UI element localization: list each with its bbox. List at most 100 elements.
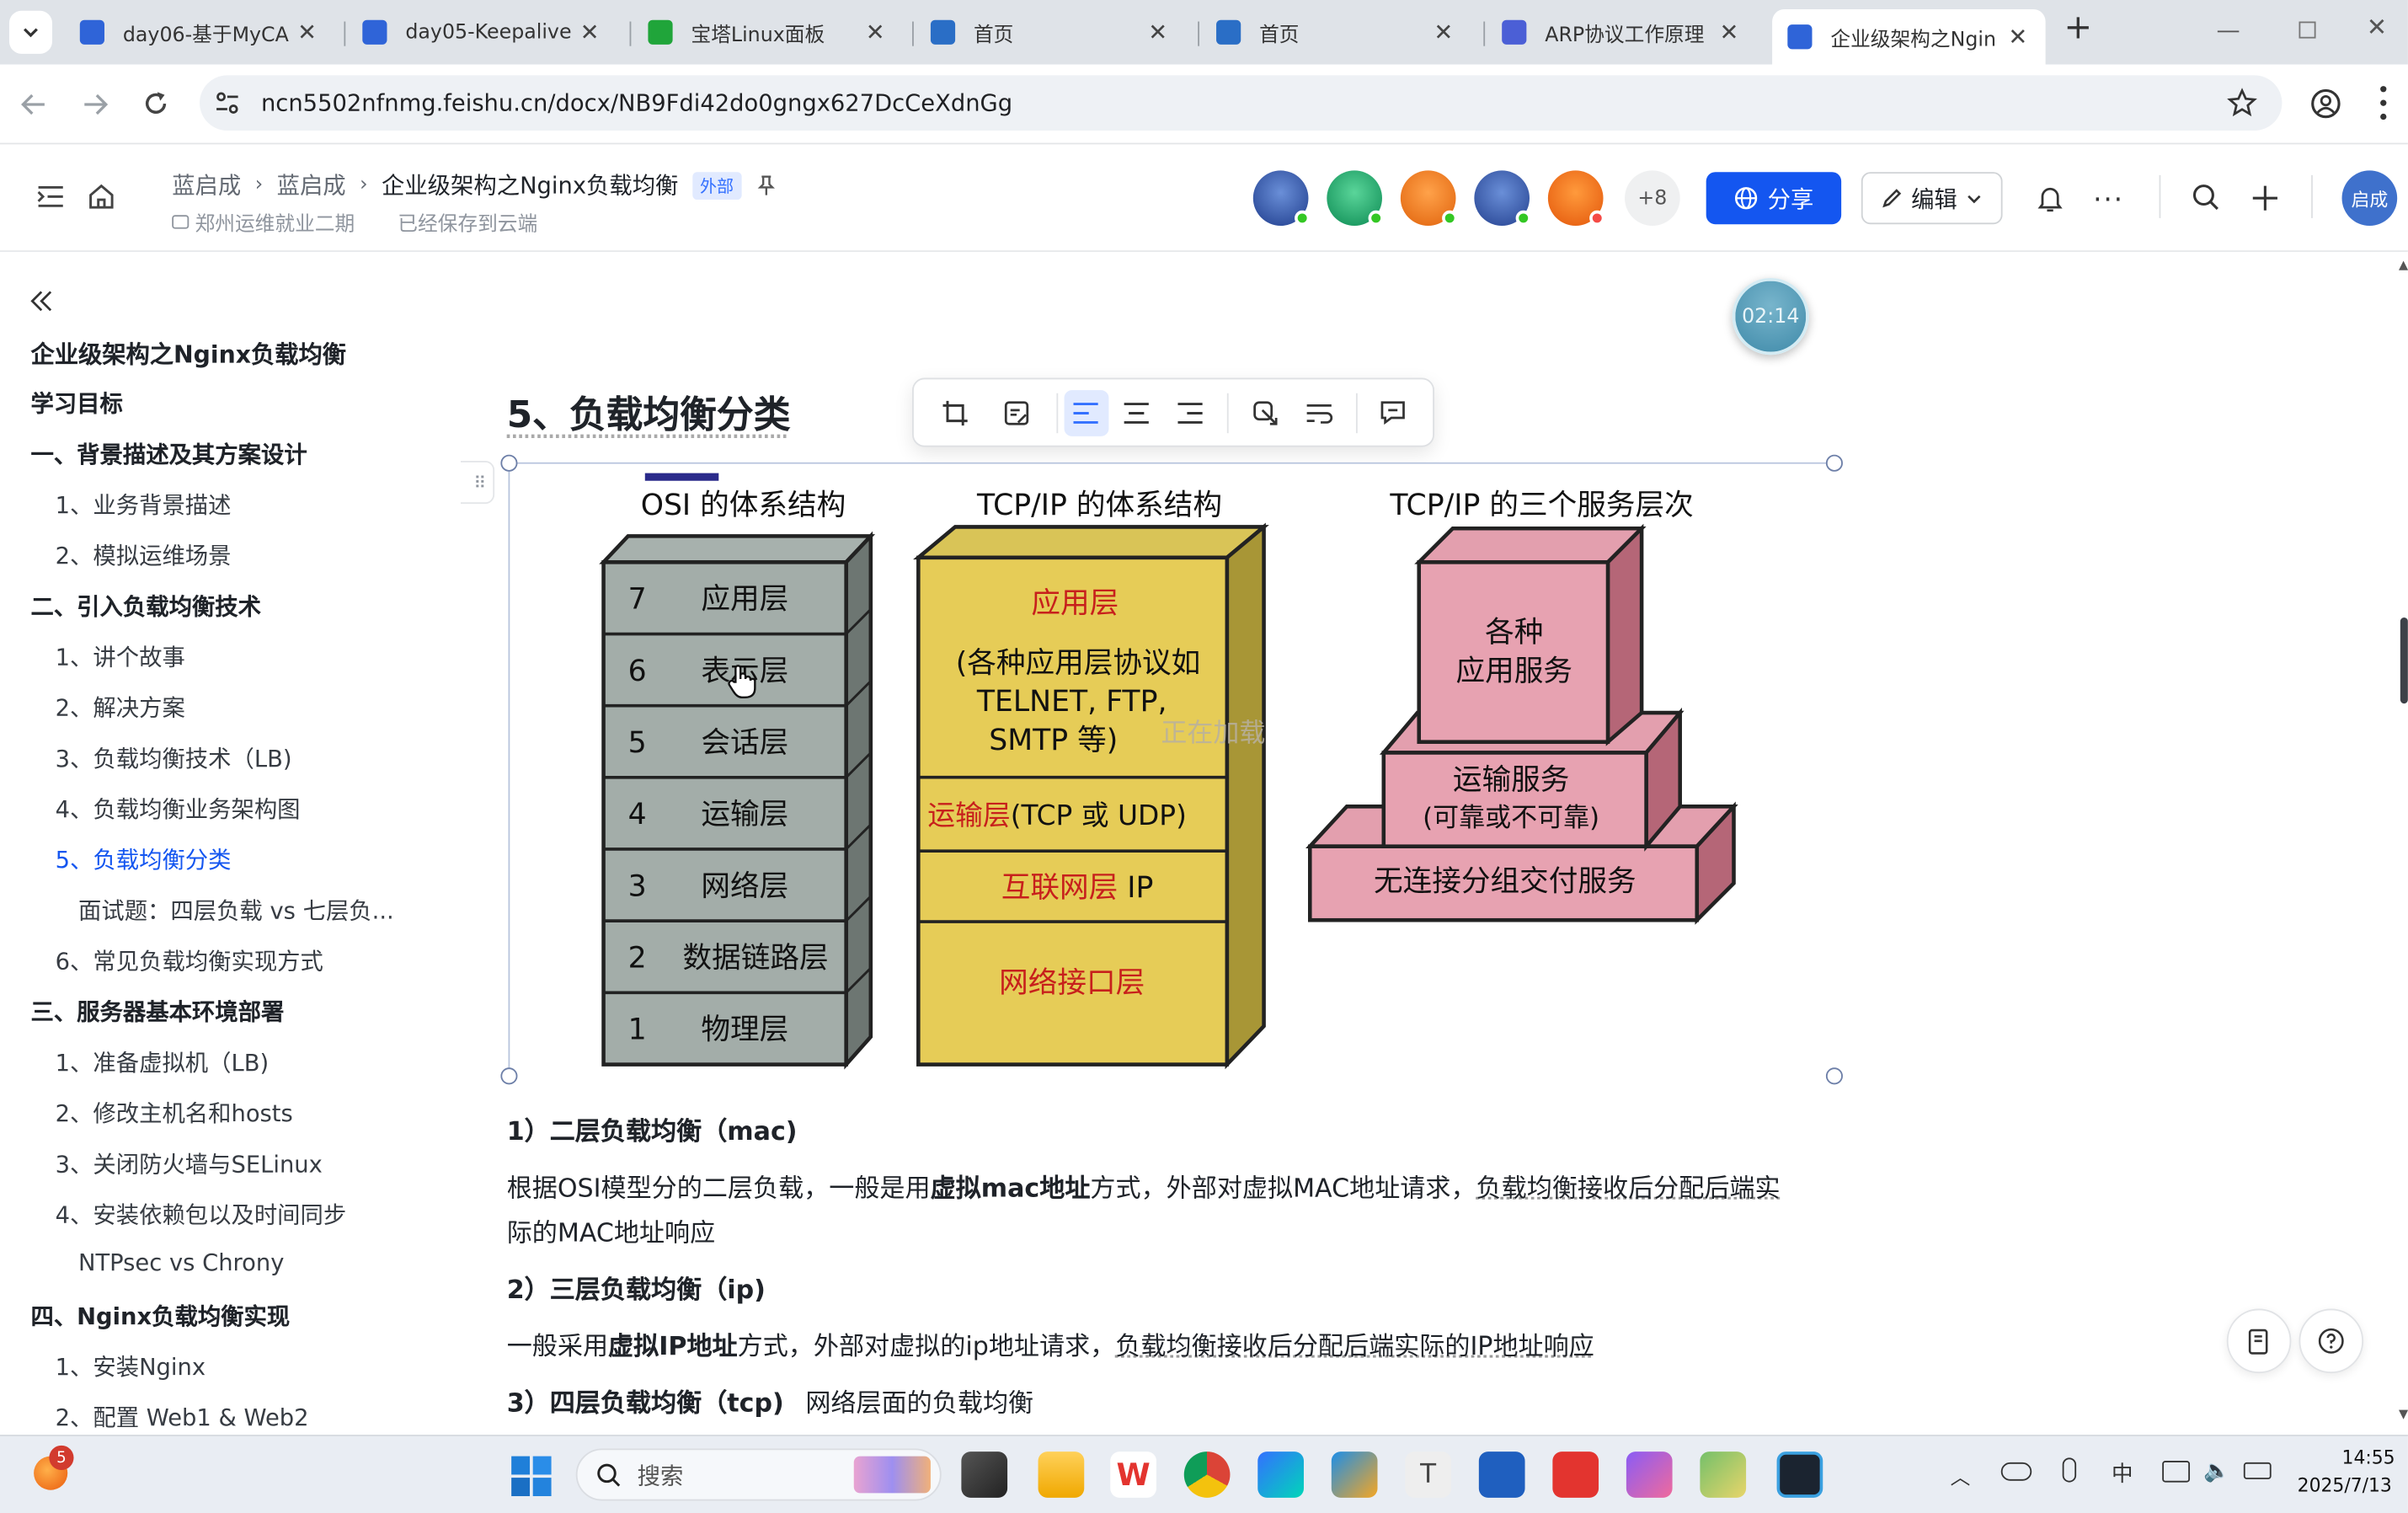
outline-item[interactable]: 2、配置 Web1 & Web2 [56,1401,309,1433]
resize-handle[interactable] [500,454,518,472]
wps-icon[interactable]: W [1110,1452,1156,1498]
tab-close-icon[interactable]: ✕ [2005,23,2030,51]
user-avatar[interactable]: 启成 [2341,170,2398,227]
link-button[interactable] [1237,389,1292,436]
clock-date[interactable]: 2025/7/13 [2298,1474,2392,1496]
align-center-button[interactable] [1109,389,1164,436]
outline-item[interactable]: 二、引入负载均衡技术 [30,590,261,622]
scroll-down-arrow[interactable]: ▼ [2399,1407,2408,1420]
chrome-icon[interactable] [1183,1452,1231,1498]
terminal-icon[interactable] [1776,1452,1823,1498]
collapse-outline-icon[interactable] [29,291,54,313]
tab-close-icon[interactable]: ✕ [863,19,888,46]
outline-item[interactable]: 4、安装依赖包以及时间同步 [56,1198,347,1230]
tab-close-icon[interactable]: ✕ [578,19,602,46]
back-icon[interactable] [20,91,48,119]
clock-time[interactable]: 14:55 [2342,1447,2395,1469]
outline-item[interactable]: NTPsec vs Chrony [78,1248,284,1276]
onedrive-icon[interactable] [2000,1462,2032,1481]
task-view-icon[interactable] [961,1452,1008,1498]
breadcrumb-item[interactable]: 蓝启成 [172,169,241,201]
bookmark-star-icon[interactable] [2227,88,2257,118]
drawing-app-icon[interactable] [1626,1452,1673,1498]
outline-item[interactable]: 2、解决方案 [56,692,185,724]
battery-icon[interactable] [2243,1462,2272,1479]
tray-chevron-icon[interactable]: ︿ [1951,1461,1971,1489]
microphone-icon[interactable] [2062,1457,2077,1483]
ime-indicator[interactable]: 中 [2112,1457,2133,1488]
outline-item[interactable]: 6、常见负载均衡实现方式 [56,944,323,976]
typora-icon[interactable]: T [1405,1452,1452,1498]
search-icon[interactable] [2192,183,2221,212]
reload-icon[interactable] [141,89,171,119]
more-collaborators[interactable]: +8 [1625,170,1680,227]
close-window-button[interactable]: ✕ [2367,13,2387,42]
pin-icon[interactable] [756,174,777,196]
browser-tab[interactable]: 首页 ✕ [1201,9,1471,56]
browser-tab[interactable]: 企业级架构之Ngin ✕ [1772,8,2046,65]
feishu-icon[interactable] [1257,1452,1304,1498]
tab-close-icon[interactable]: ✕ [1145,19,1170,46]
notepad-icon[interactable] [1700,1452,1747,1498]
plus-icon[interactable] [2251,184,2279,212]
breadcrumb-item[interactable]: 蓝启成 [277,169,346,201]
browser-menu-icon[interactable] [2380,86,2387,120]
align-left-button[interactable] [1063,389,1109,436]
app-icon[interactable] [1331,1452,1378,1498]
outline-item[interactable]: 2、模拟运维场景 [56,539,232,571]
outline-title[interactable]: 企业级架构之Nginx负载均衡 [30,336,346,370]
outline-toggle-icon[interactable] [37,184,65,209]
collaborator-avatar[interactable] [1327,170,1384,227]
forward-icon[interactable] [82,91,109,119]
home-icon[interactable] [88,183,115,211]
outline-item[interactable]: 1、安装Nginx [56,1350,206,1382]
scrollbar-thumb[interactable] [2400,617,2408,704]
subheading-l4[interactable]: 3）四层负载均衡（tcp) 网络层面的负载均衡 [507,1382,1033,1419]
subheading-l2[interactable]: 1）二层负载均衡（mac) [507,1110,798,1147]
outline-item[interactable]: 一、背景描述及其方案设计 [30,438,307,470]
outline-item[interactable]: 2、修改主机名和hosts [56,1097,293,1129]
collaborator-avatar[interactable] [1474,170,1531,227]
outline-item[interactable]: 1、准备虚拟机（LB) [56,1046,270,1078]
outline-item[interactable]: 学习目标 [30,387,122,419]
share-button[interactable]: 分享 [1706,172,1842,225]
help-button[interactable] [2299,1308,2364,1374]
align-right-button[interactable] [1163,389,1218,436]
taskbar-search[interactable]: 搜索 [575,1448,942,1501]
tab-close-icon[interactable]: ✕ [1431,19,1455,46]
annotate-button[interactable] [984,388,1050,436]
site-info-icon[interactable] [215,91,239,115]
remote-desktop-icon[interactable] [1478,1452,1525,1498]
recording-timer[interactable]: 02:14 [1732,278,1809,356]
minimize-button[interactable] [2217,30,2240,33]
outline-panel-button[interactable] [2226,1308,2292,1374]
text-wrap-button[interactable] [1292,389,1347,436]
comment-button[interactable] [1366,389,1421,436]
resize-handle[interactable] [1825,454,1843,472]
block-handle[interactable]: ⠿ [460,461,495,505]
profile-icon[interactable] [2309,88,2341,120]
resize-handle[interactable] [1825,1067,1843,1085]
workspace-label[interactable]: 郑州运维就业二期 [195,207,355,236]
paragraph-l2[interactable]: 根据OSI模型分的二层负载，一般是用虚拟mac地址方式，外部对虚拟MAC地址请求… [507,1168,1781,1205]
edit-mode-button[interactable]: 编辑 [1861,172,2003,225]
start-button[interactable] [511,1456,552,1496]
network-icon[interactable] [2162,1461,2191,1483]
outline-item[interactable]: 3、负载均衡技术（LB) [56,742,292,774]
browser-tab[interactable]: 首页 ✕ [916,9,1186,56]
outline-item[interactable]: 4、负载均衡业务架构图 [56,793,301,825]
scroll-up-arrow[interactable]: ▲ [2399,258,2408,271]
paragraph-l2-cont[interactable]: 际的MAC地址响应 [507,1212,716,1249]
crop-button[interactable] [926,388,983,436]
tab-close-icon[interactable]: ✕ [295,19,319,46]
collaborator-avatar[interactable] [1400,170,1458,227]
volume-icon[interactable]: 🔈 [2203,1459,2230,1484]
tab-close-icon[interactable]: ✕ [1717,19,1741,46]
outline-item[interactable]: 1、业务背景描述 [56,489,232,521]
browser-tab[interactable]: day06-基于MyCA ✕ [65,9,335,56]
collaborator-avatar[interactable] [1252,170,1311,227]
resize-handle[interactable] [500,1067,518,1085]
new-tab-button[interactable]: + [2064,9,2093,48]
collaborator-avatar[interactable] [1547,170,1605,227]
browser-tab[interactable]: day05-Keepalive ✕ [347,9,617,56]
